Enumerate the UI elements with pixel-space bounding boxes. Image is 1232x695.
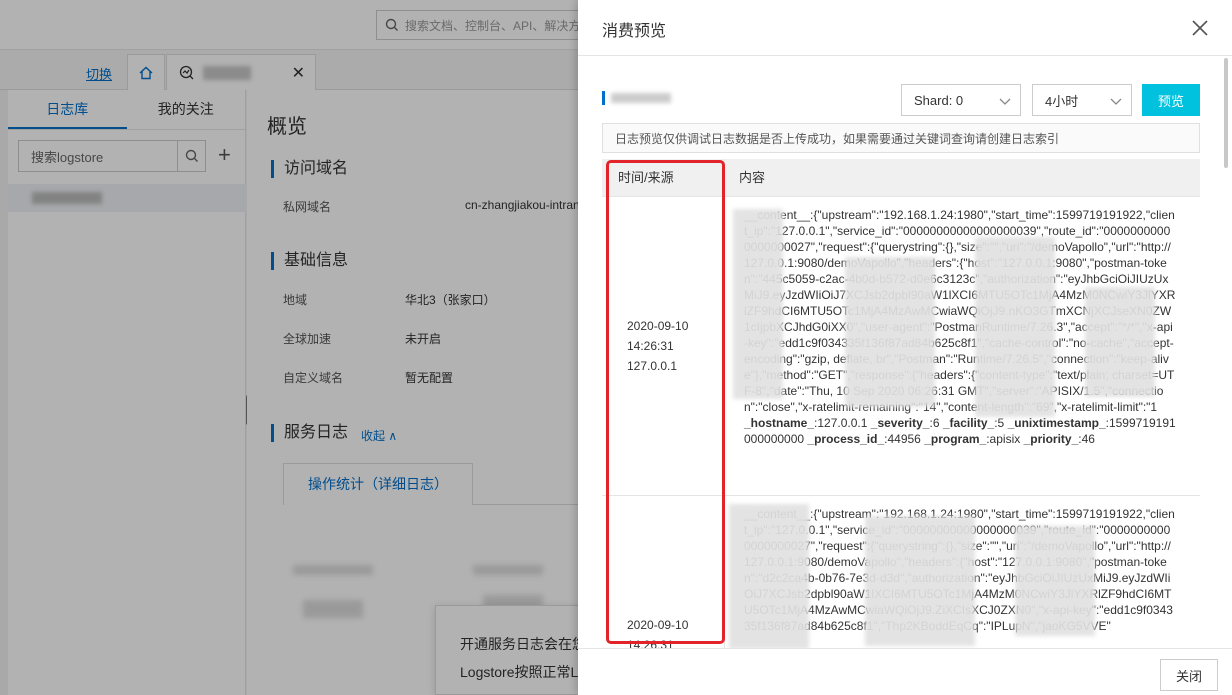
chevron-down-icon (1110, 98, 1122, 105)
meta-key: _facility_ (942, 416, 995, 430)
time-range-select[interactable]: 4小时 (1032, 84, 1132, 116)
redaction-mask (729, 504, 809, 648)
drawer-header: 消费预览 (578, 0, 1232, 56)
annotation-highlight-box (606, 160, 725, 644)
chevron-down-icon (999, 98, 1011, 105)
preview-button[interactable]: 预览 (1142, 84, 1200, 116)
meta-value: :127.0.0.1 (814, 416, 868, 430)
shard-select-value: Shard: 0 (914, 92, 964, 108)
redaction-mask (1015, 526, 1095, 636)
shard-select[interactable]: Shard: 0 (901, 84, 1021, 116)
close-icon[interactable] (1188, 16, 1212, 40)
redaction-mask (865, 516, 975, 646)
log-meta: _hostname_:127.0.0.1 _severity_:6 _facil… (744, 415, 1176, 447)
close-button[interactable]: 关闭 (1160, 659, 1218, 691)
redaction-mask (845, 257, 935, 407)
scrollbar-thumb[interactable] (1224, 58, 1228, 168)
content-cell: __content__:{"upstream":"192.168.1.24:19… (724, 197, 1200, 495)
preview-notice: 日志预览仅供调试日志数据是否上传成功，如果需要通过关键词查询请创建日志索引 (602, 123, 1200, 153)
meta-key: _unixtimestamp_ (1007, 416, 1106, 430)
meta-value: :6 (929, 416, 940, 430)
redaction-mask (975, 237, 1055, 417)
meta-value: :46 (1078, 432, 1095, 446)
meta-value: :44956 (884, 432, 921, 446)
logstore-name-accent (602, 91, 605, 105)
drawer-scrollbar[interactable] (1222, 56, 1230, 648)
content-cell: __content__:{"upstream":"192.168.1.24:19… (724, 496, 1200, 648)
meta-value: :apisix (986, 432, 1021, 446)
drawer-title: 消费预览 (602, 23, 667, 40)
redaction-mask (733, 209, 783, 399)
meta-key: _priority_ (1023, 432, 1079, 446)
meta-key: _process_id_ (807, 432, 885, 446)
meta-key: _severity_ (870, 416, 930, 430)
logstore-name (602, 91, 674, 105)
meta-value: :5 (994, 416, 1005, 430)
meta-key: _program_ (924, 432, 987, 446)
meta-key: _hostname_ (744, 416, 815, 430)
time-range-select-value: 4小时 (1045, 93, 1079, 109)
column-header-content: 内容 (724, 159, 1200, 196)
redaction-mask (1085, 287, 1155, 397)
logstore-name-redacted (611, 93, 671, 103)
drawer-footer: 关闭 (578, 648, 1232, 695)
